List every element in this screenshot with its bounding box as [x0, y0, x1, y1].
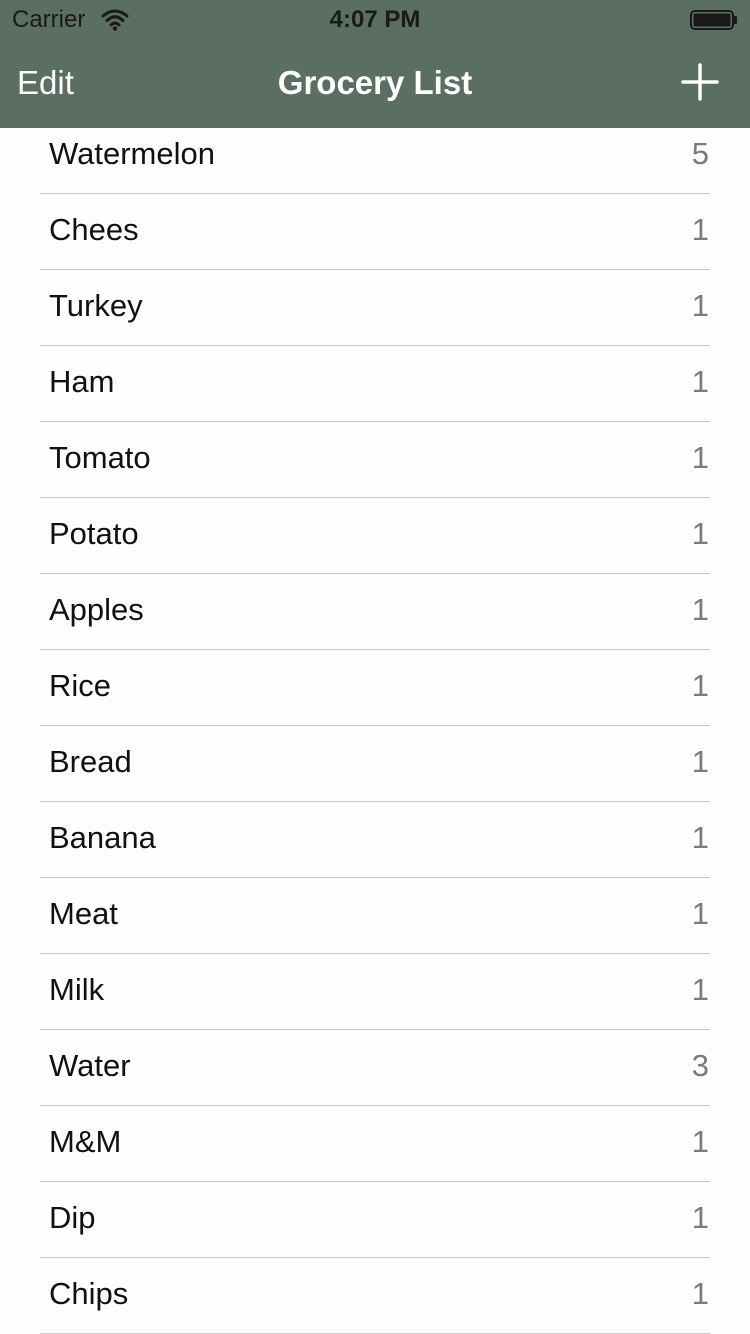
item-name: Banana [49, 820, 156, 855]
item-quantity: 1 [691, 668, 709, 703]
list-item[interactable]: Dip 1 [0, 1182, 750, 1258]
list-item[interactable]: Water 3 [0, 1030, 750, 1106]
item-quantity: 1 [691, 1124, 709, 1159]
item-quantity: 1 [691, 896, 709, 931]
item-name: Chees [49, 212, 139, 247]
list-item[interactable]: Rice 1 [0, 650, 750, 726]
item-name: M&M [49, 1124, 122, 1159]
item-quantity: 1 [691, 820, 709, 855]
item-name: Potato [49, 516, 139, 551]
list-item[interactable]: Tomato 1 [0, 422, 750, 498]
item-name: Water [49, 1048, 131, 1083]
item-name: Dip [49, 1200, 96, 1235]
item-quantity: 1 [691, 364, 709, 399]
nav-bar: Edit Grocery List [0, 40, 750, 128]
item-quantity: 1 [691, 288, 709, 323]
add-item-button[interactable] [680, 62, 720, 102]
item-name: Bread [49, 744, 132, 779]
item-name: Rice [49, 668, 112, 703]
item-quantity: 1 [691, 972, 709, 1007]
item-name: Meat [49, 896, 118, 931]
list-item[interactable]: Chees 1 [0, 194, 750, 270]
item-quantity: 5 [691, 136, 709, 171]
item-name: Apples [49, 592, 144, 627]
item-quantity: 1 [691, 212, 709, 247]
item-quantity: 3 [691, 1048, 709, 1083]
list-item[interactable]: Milk 1 [0, 954, 750, 1030]
list-item[interactable]: Turkey 1 [0, 270, 750, 346]
list-item[interactable]: Bread 1 [0, 726, 750, 802]
item-name: Watermelon [49, 136, 215, 171]
item-quantity: 1 [691, 1200, 709, 1235]
item-quantity: 1 [691, 1276, 709, 1311]
plus-icon [681, 63, 719, 101]
item-name: Milk [49, 972, 105, 1007]
list-item[interactable]: Chips 1 [0, 1258, 750, 1334]
navigation-header: Carrier 4:07 PM Edit Grocery List [0, 0, 750, 128]
item-name: Turkey [49, 288, 143, 323]
list-item[interactable]: Meat 1 [0, 878, 750, 954]
status-time: 4:07 PM [329, 6, 421, 33]
item-name: Ham [49, 364, 115, 399]
list-item[interactable]: Apples 1 [0, 574, 750, 650]
item-quantity: 1 [691, 440, 709, 475]
battery-icon [690, 10, 738, 30]
list-item[interactable]: Ham 1 [0, 346, 750, 422]
item-name: Tomato [49, 440, 151, 475]
item-quantity: 1 [691, 592, 709, 627]
item-quantity: 1 [691, 516, 709, 551]
list-item[interactable]: M&M 1 [0, 1106, 750, 1182]
list-item[interactable]: Watermelon 5 [0, 118, 750, 194]
page-title: Grocery List [277, 64, 473, 101]
status-bar: Carrier 4:07 PM [0, 0, 750, 40]
list-item[interactable]: Banana 1 [0, 802, 750, 878]
list-item[interactable]: Potato 1 [0, 498, 750, 574]
item-quantity: 1 [691, 744, 709, 779]
item-name: Chips [49, 1276, 129, 1311]
grocery-list: Watermelon 5 Chees 1 Turkey 1 Ham 1 Tomato 1 Potat… [0, 118, 750, 1334]
